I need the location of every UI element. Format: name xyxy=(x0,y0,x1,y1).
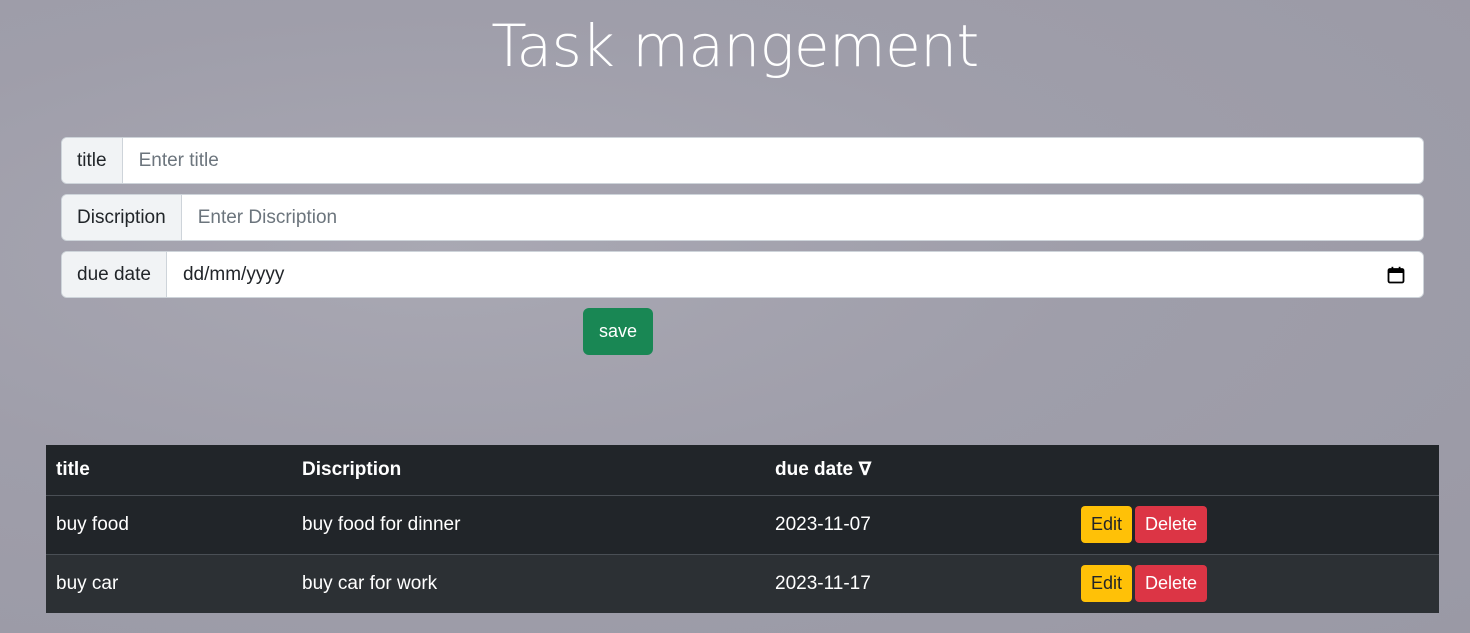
due-date-input[interactable]: dd/mm/yyyy xyxy=(166,252,1423,297)
header-description: Discription xyxy=(292,445,765,496)
due-date-input-group: due date dd/mm/yyyy xyxy=(61,251,1424,298)
task-actions: Edit Delete xyxy=(1071,554,1439,613)
task-due-date: 2023-11-17 xyxy=(765,554,1071,613)
task-due-date: 2023-11-07 xyxy=(765,495,1071,555)
delete-button[interactable]: Delete xyxy=(1135,565,1208,603)
calendar-icon[interactable] xyxy=(1387,266,1405,284)
header-actions xyxy=(1071,445,1439,496)
due-date-label: due date xyxy=(62,252,167,297)
save-button[interactable]: save xyxy=(583,308,653,355)
task-form: title Discription due date dd/mm/yyyy xyxy=(61,137,1424,308)
task-actions: Edit Delete xyxy=(1071,495,1439,555)
title-input-group: title xyxy=(61,137,1424,184)
header-title: title xyxy=(46,445,292,496)
edit-button[interactable]: Edit xyxy=(1081,506,1133,543)
task-title: buy food xyxy=(46,495,292,555)
table-header-row: title Discription due date ∇ xyxy=(46,445,1439,496)
description-input[interactable] xyxy=(181,195,1423,240)
table-row: buy food buy food for dinner 2023-11-07 … xyxy=(46,495,1439,555)
due-date-placeholder: dd/mm/yyyy xyxy=(182,263,285,285)
task-title: buy car xyxy=(46,554,292,613)
description-input-group: Discription xyxy=(61,194,1424,241)
task-description: buy car for work xyxy=(292,554,765,613)
task-description: buy food for dinner xyxy=(292,495,765,555)
table-row: buy car buy car for work 2023-11-17 Edit… xyxy=(46,554,1439,613)
description-label: Discription xyxy=(62,195,182,240)
title-input[interactable] xyxy=(122,138,1423,183)
delete-button[interactable]: Delete xyxy=(1135,506,1208,543)
title-label: title xyxy=(62,138,123,183)
header-due-date-sort[interactable]: due date ∇ xyxy=(765,445,1071,496)
page-title: Task mangement xyxy=(491,12,979,80)
task-table: title Discription due date ∇ buy food bu… xyxy=(46,445,1439,613)
edit-button[interactable]: Edit xyxy=(1081,565,1133,603)
